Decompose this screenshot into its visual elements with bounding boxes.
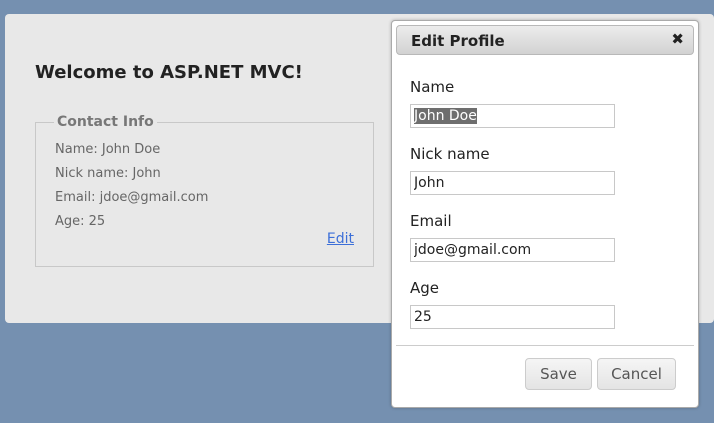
email-field[interactable] xyxy=(410,238,615,262)
age-field[interactable] xyxy=(410,305,615,329)
dialog-divider xyxy=(396,345,694,346)
contact-nickname: Nick name: John xyxy=(55,166,161,181)
email-label: Email xyxy=(410,212,452,230)
dialog-title: Edit Profile xyxy=(411,32,505,50)
close-icon[interactable]: ✖ xyxy=(671,30,684,48)
edit-link[interactable]: Edit xyxy=(327,231,354,247)
nickname-label: Nick name xyxy=(410,145,490,163)
edit-profile-dialog: Edit Profile ✖ Name Nick name Email Age … xyxy=(391,20,699,408)
page-title: Welcome to ASP.NET MVC! xyxy=(35,62,303,83)
contact-info-legend: Contact Info xyxy=(54,114,157,130)
cancel-button[interactable]: Cancel xyxy=(597,358,676,390)
name-label: Name xyxy=(410,78,455,96)
age-label: Age xyxy=(410,279,440,297)
name-field[interactable] xyxy=(410,104,615,128)
contact-age: Age: 25 xyxy=(55,214,106,229)
contact-info-fieldset: Contact Info Name: John Doe Nick name: J… xyxy=(35,114,374,267)
contact-email: Email: jdoe@gmail.com xyxy=(55,190,209,205)
contact-name: Name: John Doe xyxy=(55,142,161,157)
dialog-titlebar[interactable]: Edit Profile ✖ xyxy=(396,25,694,55)
nickname-field[interactable] xyxy=(410,171,615,195)
save-button[interactable]: Save xyxy=(525,358,592,390)
